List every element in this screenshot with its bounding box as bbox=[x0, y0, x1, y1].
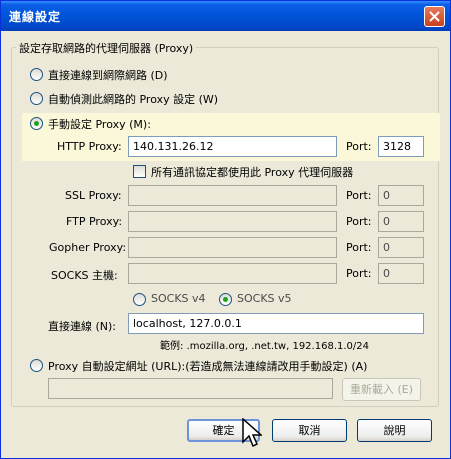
close-button[interactable] bbox=[424, 6, 445, 27]
direct-connection-label[interactable]: 直接連線到網際網路 (D) bbox=[48, 67, 168, 83]
reload-button[interactable]: 重新載入 (E) bbox=[342, 378, 421, 401]
socks-host-input[interactable] bbox=[128, 263, 337, 284]
auto-config-url-label[interactable]: Proxy 自動設定網址 (URL):(若造成無法連線請改用手動設定) (A) bbox=[48, 358, 367, 374]
same-proxy-checkbox[interactable] bbox=[133, 165, 146, 178]
ssl-port-label: Port: bbox=[346, 189, 372, 202]
http-port-label: Port: bbox=[346, 140, 372, 153]
mouse-cursor-icon bbox=[242, 418, 262, 448]
gopher-port-input[interactable]: 0 bbox=[378, 237, 424, 258]
radio-socks-v5[interactable] bbox=[219, 293, 232, 306]
gopher-port-label: Port: bbox=[346, 241, 372, 254]
ftp-proxy-label: FTP Proxy: bbox=[66, 215, 123, 228]
ssl-proxy-label: SSL Proxy: bbox=[65, 189, 122, 202]
gopher-proxy-label: Gopher Proxy: bbox=[49, 241, 127, 254]
radio-socks-v4[interactable] bbox=[133, 293, 146, 306]
same-proxy-label[interactable]: 所有通訊協定都使用此 Proxy 代理伺服器 bbox=[151, 164, 353, 180]
ftp-port-label: Port: bbox=[346, 215, 372, 228]
http-proxy-input[interactable]: 140.131.26.12 bbox=[128, 136, 337, 157]
auto-config-url-input[interactable] bbox=[48, 378, 333, 399]
http-port-input[interactable]: 3128 bbox=[378, 136, 424, 157]
auto-detect-label[interactable]: 自動偵測此網路的 Proxy 設定 (W) bbox=[48, 91, 218, 107]
socks-host-label: SOCKS 主機: bbox=[51, 269, 118, 282]
group-label: 設定存取網路的代理伺服器 (Proxy) bbox=[16, 40, 197, 56]
radio-auto-detect[interactable] bbox=[30, 92, 43, 105]
ftp-proxy-input[interactable] bbox=[128, 211, 337, 232]
gopher-proxy-input[interactable] bbox=[128, 237, 337, 258]
socks-port-input[interactable]: 0 bbox=[378, 263, 424, 284]
socks-v5-label[interactable]: SOCKS v5 bbox=[237, 292, 292, 305]
no-proxy-input[interactable]: localhost, 127.0.0.1 bbox=[128, 313, 424, 334]
socks-v4-label[interactable]: SOCKS v4 bbox=[151, 292, 206, 305]
window-title: 連線設定 bbox=[9, 10, 62, 24]
radio-auto-config-url[interactable] bbox=[30, 359, 43, 372]
no-proxy-example: 範例: .mozilla.org, .net.tw, 192.168.1.0/2… bbox=[160, 341, 369, 352]
cancel-button[interactable]: 取消 bbox=[272, 419, 347, 442]
close-icon bbox=[429, 11, 440, 22]
radio-direct-connection[interactable] bbox=[30, 68, 43, 81]
manual-proxy-label[interactable]: 手動設定 Proxy (M): bbox=[48, 116, 151, 132]
radio-manual-proxy[interactable] bbox=[30, 117, 43, 130]
ssl-proxy-input[interactable] bbox=[128, 185, 337, 206]
title-bar[interactable]: 連線設定 bbox=[1, 1, 450, 31]
no-proxy-label: 直接連線 (N): bbox=[48, 320, 117, 333]
http-proxy-label: HTTP Proxy: bbox=[57, 140, 122, 153]
ftp-port-input[interactable]: 0 bbox=[378, 211, 424, 232]
help-button[interactable]: 說明 bbox=[357, 419, 432, 442]
ssl-port-input[interactable]: 0 bbox=[378, 185, 424, 206]
socks-port-label: Port: bbox=[346, 267, 372, 280]
